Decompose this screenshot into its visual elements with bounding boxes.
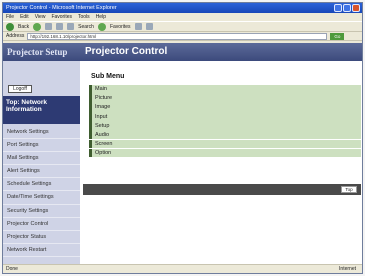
submenu-label: Screen <box>95 140 113 147</box>
stop-icon[interactable] <box>45 23 53 30</box>
menu-view[interactable]: View <box>35 13 46 21</box>
bullet-marker <box>89 103 92 112</box>
minimize-button[interactable] <box>334 4 342 12</box>
status-text: Done <box>6 266 18 272</box>
title-bar: Projector Control - Microsoft Internet E… <box>3 3 362 13</box>
page-title: Projector Control <box>80 43 362 61</box>
home-icon[interactable] <box>67 23 75 30</box>
maximize-button[interactable] <box>343 4 351 12</box>
top-button[interactable]: Top <box>341 186 357 193</box>
submenu-item-screen[interactable]: Screen <box>89 139 361 149</box>
bullet-marker <box>89 112 92 121</box>
bullet-marker <box>89 130 92 139</box>
close-button[interactable] <box>352 4 360 12</box>
forward-arrow-icon[interactable] <box>33 22 42 31</box>
submenu-label: Image <box>95 104 111 111</box>
sidebar-item-alert-settings[interactable]: Alert Settings <box>3 165 80 179</box>
menu-help[interactable]: Help <box>96 13 106 21</box>
sidebar-item-network-restart[interactable]: Network Restart <box>3 244 80 257</box>
security-zone: Internet <box>339 266 356 272</box>
submenu-label: Audio <box>95 131 110 138</box>
submenu-item-input[interactable]: Input <box>89 112 361 121</box>
bullet-marker <box>89 139 92 149</box>
bullet-marker <box>89 85 92 94</box>
menu-edit[interactable]: Edit <box>20 13 29 21</box>
submenu-item-picture[interactable]: Picture <box>89 94 361 103</box>
status-bar: Done Internet <box>3 264 362 273</box>
address-bar: Address http://192.168.1.10/projector.ht… <box>3 32 362 41</box>
go-button[interactable]: Go <box>330 32 345 40</box>
logoff-button[interactable]: Logoff <box>8 85 32 93</box>
submenu-item-image[interactable]: Image <box>89 103 361 112</box>
browser-window: Projector Control - Microsoft Internet E… <box>2 2 363 274</box>
toolbar: Back Search Favorites <box>3 21 362 32</box>
submenu-list: Main Picture Image Input Setup Audio Scr… <box>89 85 361 158</box>
submenu-item-audio[interactable]: Audio <box>89 130 361 139</box>
brand-banner: Projector Setup <box>3 43 80 61</box>
sidebar-item-date-time-settings[interactable]: Date/Time Settings <box>3 191 80 205</box>
bullet-marker <box>89 94 92 103</box>
menu-bar: File Edit View Favorites Tools Help <box>3 13 362 21</box>
mail-icon[interactable] <box>134 23 142 30</box>
address-input[interactable]: http://192.168.1.10/projector.html <box>27 32 328 40</box>
menu-favorites[interactable]: Favorites <box>51 13 72 21</box>
bullet-marker <box>89 121 92 130</box>
menu-tools[interactable]: Tools <box>78 13 90 21</box>
window-controls <box>334 4 360 12</box>
submenu-item-main[interactable]: Main <box>89 85 361 94</box>
back-button-label[interactable]: Back <box>18 24 29 30</box>
sidebar-item-schedule-settings[interactable]: Schedule Settings <box>3 178 80 192</box>
footer-bar: Top <box>83 184 361 195</box>
favorites-star-icon[interactable] <box>97 22 106 31</box>
submenu-label: Input <box>95 113 108 120</box>
sidebar-nav-list: Network Settings Port Settings Mail Sett… <box>3 126 80 257</box>
sidebar-item-mail-settings[interactable]: Mail Settings <box>3 152 80 166</box>
sidebar-item-security-settings[interactable]: Security Settings <box>3 205 80 218</box>
submenu-item-setup[interactable]: Setup <box>89 121 361 130</box>
back-arrow-icon[interactable] <box>6 22 14 31</box>
submenu-label: Main <box>95 86 107 93</box>
sidebar-item-top-network-information[interactable]: Top: Network Information <box>3 96 80 124</box>
page-content: Projector Setup Logoff Top: Network Info… <box>3 43 362 265</box>
refresh-icon[interactable] <box>56 23 64 30</box>
sidebar: Projector Setup Logoff Top: Network Info… <box>3 43 80 265</box>
favorites-button[interactable]: Favorites <box>110 24 131 30</box>
address-label: Address <box>6 33 25 39</box>
sidebar-item-projector-control[interactable]: Projector Control <box>3 218 80 231</box>
sidebar-item-network-settings[interactable]: Network Settings <box>3 126 80 140</box>
print-icon[interactable] <box>145 23 153 30</box>
submenu-heading: Sub Menu <box>91 73 125 80</box>
bullet-marker <box>89 148 92 158</box>
submenu-label: Picture <box>95 95 113 102</box>
search-button[interactable]: Search <box>78 24 94 30</box>
sidebar-item-port-settings[interactable]: Port Settings <box>3 139 80 153</box>
submenu-label: Option <box>95 149 112 156</box>
window-title: Projector Control - Microsoft Internet E… <box>6 5 117 11</box>
submenu-item-option[interactable]: Option <box>89 148 361 158</box>
menu-file[interactable]: File <box>6 13 14 21</box>
sidebar-item-projector-status[interactable]: Projector Status <box>3 231 80 244</box>
submenu-label: Setup <box>95 122 110 129</box>
